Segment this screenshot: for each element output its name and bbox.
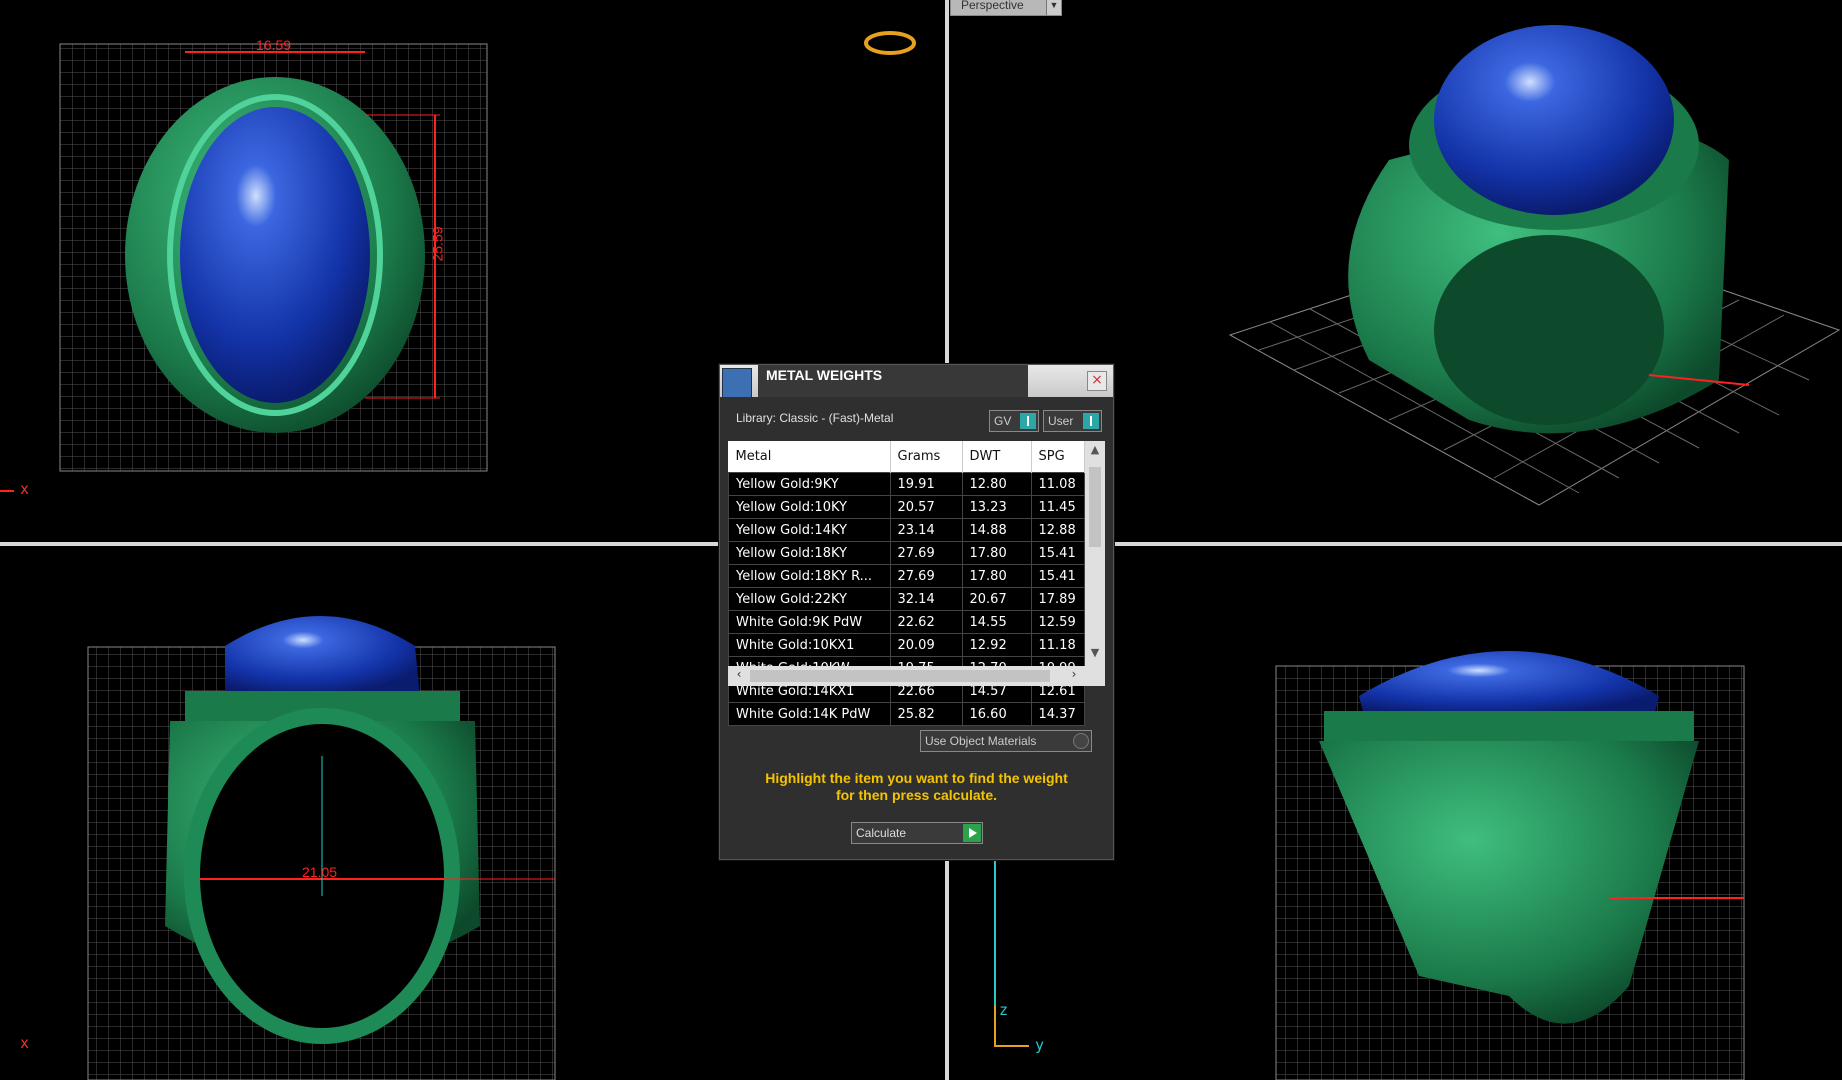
cell-dwt: 16.60 <box>961 702 1032 726</box>
use-object-materials-toggle[interactable]: Use Object Materials <box>920 730 1092 752</box>
cell-grams: 20.09 <box>889 633 963 657</box>
chevron-down-icon[interactable]: ▼ <box>1046 0 1061 15</box>
dialog-titlebar[interactable]: METAL WEIGHTS × <box>720 365 1113 398</box>
cell-dwt: 14.55 <box>961 610 1032 634</box>
instruction-line-1: Highlight the item you want to find the … <box>765 770 1068 786</box>
metal-weights-dialog: METAL WEIGHTS × Library: Classic - (Fast… <box>719 364 1114 860</box>
cell-spg: 14.37 <box>1030 702 1085 726</box>
cell-metal: Yellow Gold:18KY <box>728 541 891 565</box>
column-header-metal[interactable]: Metal <box>728 441 891 473</box>
radio-icon <box>1073 733 1089 749</box>
instruction-text: Highlight the item you want to find the … <box>720 770 1113 804</box>
cell-dwt: 17.80 <box>961 541 1032 565</box>
cell-spg: 12.88 <box>1030 518 1085 542</box>
table-row[interactable]: Yellow Gold:9KY 19.91 12.80 11.08 <box>728 472 1085 496</box>
cell-spg: 11.45 <box>1030 495 1085 519</box>
use-object-materials-label: Use Object Materials <box>925 734 1037 748</box>
cell-metal: Yellow Gold:22KY <box>728 587 891 611</box>
cell-spg: 12.59 <box>1030 610 1085 634</box>
cell-metal: Yellow Gold:18KY R... <box>728 564 891 588</box>
cell-metal: White Gold:9K PdW <box>728 610 891 634</box>
cell-dwt: 12.92 <box>961 633 1032 657</box>
play-icon <box>963 824 981 842</box>
cell-grams: 27.69 <box>889 564 963 588</box>
table-row[interactable]: Yellow Gold:22KY 32.14 20.67 17.89 <box>728 587 1085 611</box>
cell-grams: 20.57 <box>889 495 963 519</box>
cell-grams: 23.14 <box>889 518 963 542</box>
cell-metal: Yellow Gold:10KY <box>728 495 891 519</box>
calculate-button[interactable]: Calculate <box>851 822 983 844</box>
axis-y-label: y <box>1035 1036 1045 1054</box>
perspective-tab-label: Perspective <box>961 0 1024 12</box>
ring-hole <box>1434 235 1664 425</box>
table-row[interactable]: Yellow Gold:18KY 27.69 17.80 15.41 <box>728 541 1085 565</box>
dim-inner-label: 21.05 <box>302 864 338 880</box>
close-button[interactable]: × <box>1087 371 1107 391</box>
table-row[interactable]: White Gold:9K PdW 22.62 14.55 12.59 <box>728 610 1085 634</box>
cell-grams: 25.82 <box>889 702 963 726</box>
scroll-thumb-h[interactable] <box>750 670 1050 682</box>
cell-spg: 15.41 <box>1030 564 1085 588</box>
axis-x-label-front: x <box>20 1034 30 1052</box>
cell-dwt: 17.80 <box>961 564 1032 588</box>
cell-metal: White Gold:14K PdW <box>728 702 891 726</box>
table-row[interactable]: Yellow Gold:14KY 23.14 14.88 12.88 <box>728 518 1085 542</box>
cell-metal: White Gold:10KX1 <box>728 633 891 657</box>
scroll-up-icon[interactable]: ▲ <box>1085 443 1105 461</box>
metal-table[interactable]: Metal Grams DWT SPG Yellow Gold:9KY 19.91… <box>728 441 1105 726</box>
column-header-spg[interactable]: SPG <box>1031 441 1085 473</box>
gv-toggle[interactable]: GV <box>989 410 1039 432</box>
cell-dwt: 20.67 <box>961 587 1032 611</box>
cell-dwt: 12.80 <box>961 472 1032 496</box>
toggle-knob-icon <box>1083 413 1099 429</box>
table-header-row: Metal Grams DWT SPG <box>728 441 1085 473</box>
table-horizontal-scrollbar[interactable]: ‹ › <box>728 666 1105 686</box>
scroll-down-icon[interactable]: ▼ <box>1085 646 1105 664</box>
cell-grams: 22.62 <box>889 610 963 634</box>
stone-perspective <box>1434 25 1674 215</box>
cell-spg: 11.08 <box>1030 472 1085 496</box>
axis-x-label: x <box>20 480 30 498</box>
calculate-label: Calculate <box>856 826 907 840</box>
gumball-icon <box>864 31 916 55</box>
instruction-line-2: for then press calculate. <box>835 787 998 803</box>
toggle-knob-icon <box>1020 413 1036 429</box>
table-row[interactable]: Yellow Gold:18KY R... 27.69 17.80 15.41 <box>728 564 1085 588</box>
cell-spg: 17.89 <box>1030 587 1085 611</box>
axis-z-label: z <box>999 1001 1009 1019</box>
cell-dwt: 13.23 <box>961 495 1032 519</box>
table-row[interactable]: White Gold:10KX1 20.09 12.92 11.18 <box>728 633 1085 657</box>
cell-grams: 19.91 <box>889 472 963 496</box>
dim-height-label: 25.59 <box>429 226 446 262</box>
cell-grams: 32.14 <box>889 587 963 611</box>
stone-front <box>225 616 420 696</box>
cell-grams: 27.69 <box>889 541 963 565</box>
app-logo-icon <box>722 368 752 398</box>
library-label: Library: Classic - (Fast)-Metal <box>736 411 894 425</box>
user-toggle-label: User <box>1048 414 1074 428</box>
stone-top <box>180 107 370 403</box>
scroll-thumb[interactable] <box>1089 467 1101 547</box>
dialog-title: METAL WEIGHTS <box>758 365 1028 397</box>
user-toggle[interactable]: User <box>1043 410 1102 432</box>
column-header-grams[interactable]: Grams <box>890 441 963 473</box>
dim-width-label: 16.59 <box>256 37 292 53</box>
scroll-left-icon[interactable]: ‹ <box>730 667 748 681</box>
scroll-right-icon[interactable]: › <box>1065 667 1083 681</box>
cell-metal: Yellow Gold:14KY <box>728 518 891 542</box>
cell-spg: 11.18 <box>1030 633 1085 657</box>
stone-side <box>1359 651 1659 716</box>
gv-toggle-label: GV <box>994 414 1012 428</box>
table-row[interactable]: Yellow Gold:10KY 20.57 13.23 11.45 <box>728 495 1085 519</box>
cell-dwt: 14.88 <box>961 518 1032 542</box>
table-row[interactable]: White Gold:14K PdW 25.82 16.60 14.37 <box>728 702 1085 726</box>
column-header-dwt[interactable]: DWT <box>962 441 1032 473</box>
cell-metal: Yellow Gold:9KY <box>728 472 891 496</box>
cell-spg: 15.41 <box>1030 541 1085 565</box>
table-vertical-scrollbar[interactable]: ▲ ▼ <box>1085 441 1105 666</box>
perspective-tab[interactable]: Perspective ▼ <box>950 0 1062 16</box>
